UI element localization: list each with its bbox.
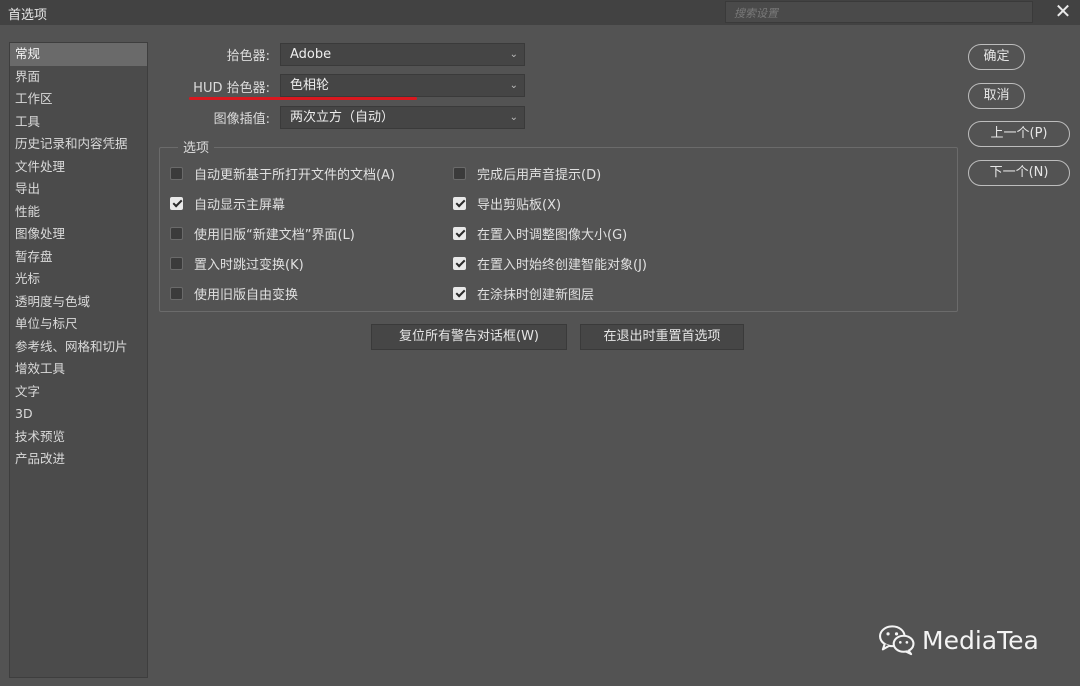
option-new-layer-smudge[interactable]: 在涂抹时创建新图层 bbox=[453, 283, 594, 303]
option-skip-transform[interactable]: 置入时跳过变换(K) bbox=[170, 253, 304, 273]
sidebar-item-3d[interactable]: 3D bbox=[10, 403, 147, 426]
option-smart-objects[interactable]: 在置入时始终创建智能对象(J) bbox=[453, 253, 647, 273]
settings-search-input[interactable]: 搜索设置 bbox=[725, 1, 1033, 23]
wechat-icon bbox=[879, 625, 915, 656]
sidebar-item-type[interactable]: 文字 bbox=[10, 381, 147, 404]
options-group-title: 选项 bbox=[178, 137, 215, 156]
cancel-button[interactable]: 取消 bbox=[968, 83, 1025, 109]
hud-picker-value: 色相轮 bbox=[290, 78, 330, 93]
hud-picker-select[interactable]: 色相轮 ⌄ bbox=[280, 74, 525, 97]
sidebar-item-cursors[interactable]: 光标 bbox=[10, 268, 147, 291]
sidebar-item-performance[interactable]: 性能 bbox=[10, 201, 147, 224]
checkbox[interactable] bbox=[170, 286, 183, 300]
sidebar-item-interface[interactable]: 界面 bbox=[10, 66, 147, 89]
checkbox[interactable] bbox=[453, 196, 466, 210]
color-picker-label: 拾色器: bbox=[226, 49, 270, 64]
option-export-clipboard[interactable]: 导出剪贴板(X) bbox=[453, 193, 561, 213]
hud-picker-label: HUD 拾色器: bbox=[193, 81, 270, 96]
option-legacy-free-transform[interactable]: 使用旧版自由变换 bbox=[170, 283, 298, 303]
annotation-underline bbox=[189, 97, 417, 100]
sidebar: 常规 界面 工作区 工具 历史记录和内容凭据 文件处理 导出 性能 图像处理 暂… bbox=[9, 42, 148, 678]
checkbox[interactable] bbox=[170, 256, 183, 270]
option-auto-update-docs[interactable]: 自动更新基于所打开文件的文档(A) bbox=[170, 163, 395, 183]
interp-select[interactable]: 两次立方（自动） ⌄ bbox=[280, 106, 525, 129]
checkbox[interactable] bbox=[170, 226, 183, 240]
watermark: MediaTea bbox=[878, 622, 1039, 658]
close-icon[interactable]: ✕ bbox=[1052, 0, 1074, 24]
option-beep-when-done[interactable]: 完成后用声音提示(D) bbox=[453, 163, 601, 183]
sidebar-item-image-processing[interactable]: 图像处理 bbox=[10, 223, 147, 246]
next-button[interactable]: 下一个(N) bbox=[968, 160, 1070, 186]
sidebar-item-transparency[interactable]: 透明度与色域 bbox=[10, 291, 147, 314]
sidebar-item-general[interactable]: 常规 bbox=[10, 43, 147, 66]
color-picker-value: Adobe bbox=[290, 47, 332, 62]
option-resize-on-place[interactable]: 在置入时调整图像大小(G) bbox=[453, 223, 627, 243]
checkbox[interactable] bbox=[453, 166, 466, 180]
sidebar-item-file-handling[interactable]: 文件处理 bbox=[10, 156, 147, 179]
title-bar: 首选项 搜索设置 ✕ bbox=[0, 0, 1080, 25]
watermark-text: MediaTea bbox=[922, 625, 1039, 655]
ok-button[interactable]: 确定 bbox=[968, 44, 1025, 70]
sidebar-item-product-improvement[interactable]: 产品改进 bbox=[10, 448, 147, 471]
color-picker-select[interactable]: Adobe ⌄ bbox=[280, 43, 525, 66]
sidebar-item-tools[interactable]: 工具 bbox=[10, 111, 147, 134]
sidebar-item-history[interactable]: 历史记录和内容凭据 bbox=[10, 133, 147, 156]
option-legacy-new-doc[interactable]: 使用旧版“新建文档”界面(L) bbox=[170, 223, 355, 243]
sidebar-item-plugins[interactable]: 增效工具 bbox=[10, 358, 147, 381]
chevron-down-icon: ⌄ bbox=[509, 80, 518, 91]
sidebar-item-export[interactable]: 导出 bbox=[10, 178, 147, 201]
reset-warnings-button[interactable]: 复位所有警告对话框(W) bbox=[371, 324, 567, 350]
sidebar-item-guides[interactable]: 参考线、网格和切片 bbox=[10, 336, 147, 359]
chevron-down-icon: ⌄ bbox=[509, 112, 518, 123]
sidebar-item-workspace[interactable]: 工作区 bbox=[10, 88, 147, 111]
checkbox[interactable] bbox=[170, 166, 183, 180]
checkbox[interactable] bbox=[453, 226, 466, 240]
checkbox[interactable] bbox=[453, 286, 466, 300]
checkbox[interactable] bbox=[453, 256, 466, 270]
chevron-down-icon: ⌄ bbox=[509, 49, 518, 60]
option-auto-show-home[interactable]: 自动显示主屏幕 bbox=[170, 193, 285, 213]
prev-button[interactable]: 上一个(P) bbox=[968, 121, 1070, 147]
window-title: 首选项 bbox=[8, 8, 48, 23]
sidebar-item-scratch-disks[interactable]: 暂存盘 bbox=[10, 246, 147, 269]
reset-prefs-button[interactable]: 在退出时重置首选项 bbox=[580, 324, 744, 350]
checkbox[interactable] bbox=[170, 196, 183, 210]
interp-value: 两次立方（自动） bbox=[290, 110, 395, 125]
interp-label: 图像插值: bbox=[213, 112, 270, 127]
sidebar-item-tech-previews[interactable]: 技术预览 bbox=[10, 426, 147, 449]
sidebar-item-units[interactable]: 单位与标尺 bbox=[10, 313, 147, 336]
